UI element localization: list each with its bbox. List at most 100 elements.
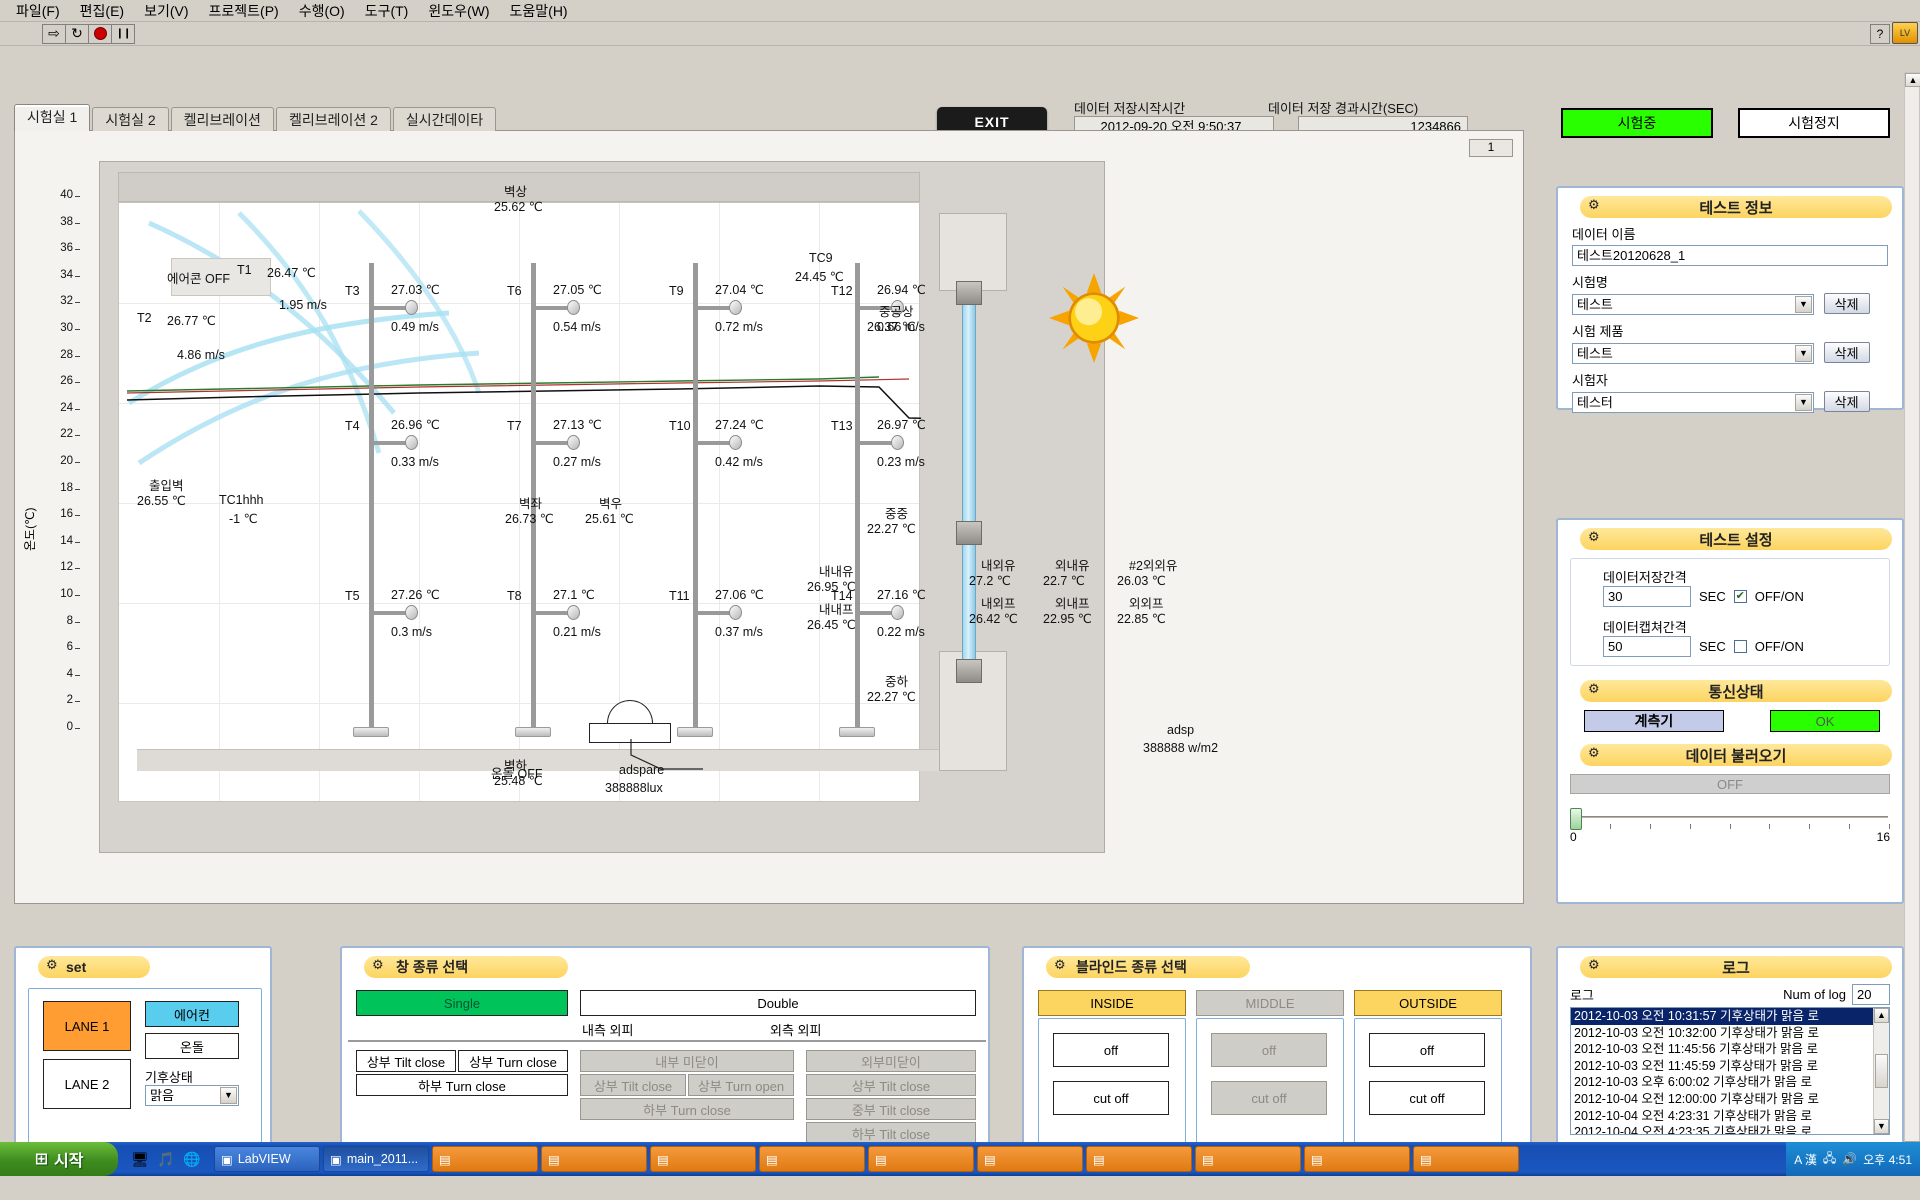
chevron-down-icon[interactable]: ▼ xyxy=(1795,394,1812,411)
run-continuously-icon[interactable] xyxy=(65,23,89,44)
chevron-down-icon[interactable]: ▼ xyxy=(220,1087,237,1104)
tester-combo[interactable]: 테스터 ▼ xyxy=(1572,392,1814,413)
abort-execution-icon[interactable] xyxy=(88,23,112,44)
inner-btn-3[interactable]: 하부 Turn close xyxy=(580,1098,794,1120)
blind-outside-off[interactable]: off xyxy=(1369,1033,1485,1067)
blind-middle-tab[interactable]: MIDDLE xyxy=(1196,990,1344,1016)
ime-indicator[interactable]: A 漢 xyxy=(1794,1151,1817,1168)
chevron-down-icon[interactable]: ▼ xyxy=(1795,296,1812,313)
test-name-delete-button[interactable]: 삭제 xyxy=(1823,293,1870,314)
log-entry[interactable]: 2012-10-03 오전 10:32:00 기후상태가 맑음 로 xyxy=(1571,1025,1889,1042)
status-running-button[interactable]: 시험중 xyxy=(1561,108,1713,138)
tab-calibration[interactable]: 켈리브레이션 xyxy=(170,107,274,131)
blind-inside-tab[interactable]: INSIDE xyxy=(1038,990,1186,1016)
data-load-state-button[interactable]: OFF xyxy=(1570,774,1890,794)
tray-icon-volume[interactable]: 🔊 xyxy=(1842,1152,1857,1166)
single-button[interactable]: Single xyxy=(356,990,568,1016)
taskbar-item-12[interactable]: ▤ xyxy=(1413,1146,1519,1172)
scroll-up-icon[interactable]: ▲ xyxy=(1905,73,1920,87)
test-name-combo[interactable]: 테스트 ▼ xyxy=(1572,294,1814,315)
clock-label[interactable]: 오후 4:51 xyxy=(1863,1151,1912,1168)
lane1-button[interactable]: LANE 1 xyxy=(43,1001,131,1051)
data-load-slider[interactable]: 0 16 xyxy=(1570,808,1890,844)
tab-lab1[interactable]: 시험실 1 xyxy=(14,104,91,131)
pause-icon[interactable] xyxy=(111,23,135,44)
ondol-button[interactable]: 온돌 xyxy=(145,1033,239,1059)
taskbar-item-labview[interactable]: ▣ LabVIEW xyxy=(214,1146,320,1172)
panel-index-box[interactable]: 1 xyxy=(1469,139,1513,157)
quicklaunch-media-icon[interactable]: 🎵 xyxy=(154,1147,178,1171)
outer-btn-2[interactable]: 중부 Tilt close xyxy=(806,1098,976,1120)
help-icon[interactable]: ? xyxy=(1870,23,1890,44)
scroll-down-icon[interactable]: ▼ xyxy=(1874,1119,1889,1134)
chevron-down-icon[interactable]: ▼ xyxy=(1795,345,1812,362)
double-button[interactable]: Double xyxy=(580,990,976,1016)
blind-inside-cutoff[interactable]: cut off xyxy=(1053,1081,1169,1115)
tester-delete-button[interactable]: 삭제 xyxy=(1823,391,1870,412)
tab-calibration-2[interactable]: 켈리브레이션 2 xyxy=(275,107,391,131)
taskbar-item-7[interactable]: ▤ xyxy=(868,1146,974,1172)
inner-btn-1[interactable]: 상부 Tilt close xyxy=(580,1074,686,1096)
menu-item-tools[interactable]: 도구(T) xyxy=(355,0,419,23)
outer-btn-1[interactable]: 상부 Tilt close xyxy=(806,1074,976,1096)
lane2-button[interactable]: LANE 2 xyxy=(43,1059,131,1109)
log-entry[interactable]: 2012-10-04 오전 4:23:35 기후상태가 맑음 로 xyxy=(1571,1124,1889,1134)
blind-middle-cutoff[interactable]: cut off xyxy=(1211,1081,1327,1115)
menu-item-window[interactable]: 윈도우(W) xyxy=(418,0,499,23)
outer-btn-0[interactable]: 외부미닫이 xyxy=(806,1050,976,1072)
taskbar-item-6[interactable]: ▤ xyxy=(759,1146,865,1172)
single-btn-2[interactable]: 하부 Turn close xyxy=(356,1074,568,1096)
capture-interval-checkbox[interactable] xyxy=(1733,640,1747,653)
log-list[interactable]: 2012-10-03 오전 10:31:57 기후상태가 맑음 로 2012-10… xyxy=(1570,1007,1890,1135)
inner-btn-2[interactable]: 상부 Turn open xyxy=(688,1074,794,1096)
capture-interval-input[interactable]: 50 xyxy=(1603,636,1691,657)
save-interval-checkbox[interactable]: ✔ xyxy=(1733,590,1747,603)
quicklaunch-ie-icon[interactable]: 🌐 xyxy=(180,1147,204,1171)
aircon-button[interactable]: 에어컨 xyxy=(145,1001,239,1027)
save-interval-input[interactable]: 30 xyxy=(1603,586,1691,607)
taskbar-item-10[interactable]: ▤ xyxy=(1195,1146,1301,1172)
log-entry[interactable]: 2012-10-03 오전 11:45:59 기후상태가 맑음 로 xyxy=(1571,1058,1889,1075)
log-entry[interactable]: 2012-10-03 오전 11:45:56 기후상태가 맑음 로 xyxy=(1571,1041,1889,1058)
outer-btn-3[interactable]: 하부 Tilt close xyxy=(806,1122,976,1144)
single-btn-1[interactable]: 상부 Turn close xyxy=(458,1050,568,1072)
log-scrollbar[interactable]: ▲ ▼ xyxy=(1873,1008,1889,1134)
menu-item-operate[interactable]: 수행(O) xyxy=(289,0,355,23)
taskbar-item-5[interactable]: ▤ xyxy=(650,1146,756,1172)
status-stopped-button[interactable]: 시험정지 xyxy=(1738,108,1890,138)
menu-item-project[interactable]: 프로젝트(P) xyxy=(199,0,289,23)
single-btn-0[interactable]: 상부 Tilt close xyxy=(356,1050,456,1072)
product-delete-button[interactable]: 삭제 xyxy=(1823,342,1870,363)
tray-icon-network[interactable]: 🖧 xyxy=(1823,1149,1836,1170)
tab-lab2[interactable]: 시험실 2 xyxy=(92,107,169,131)
taskbar-item-main[interactable]: ▣ main_2011... xyxy=(323,1146,429,1172)
vertical-scrollbar[interactable]: ▲ ▼ xyxy=(1904,72,1920,1156)
run-arrow-icon[interactable] xyxy=(42,23,66,44)
taskbar-item-8[interactable]: ▤ xyxy=(977,1146,1083,1172)
comm-device-button[interactable]: 계측기 xyxy=(1584,710,1724,732)
blind-middle-off[interactable]: off xyxy=(1211,1033,1327,1067)
slider-track[interactable] xyxy=(1572,816,1888,818)
blind-inside-off[interactable]: off xyxy=(1053,1033,1169,1067)
log-entry[interactable]: 2012-10-03 오전 10:31:57 기후상태가 맑음 로 xyxy=(1571,1008,1889,1025)
inner-btn-0[interactable]: 내부 미닫이 xyxy=(580,1050,794,1072)
blind-outside-tab[interactable]: OUTSIDE xyxy=(1354,990,1502,1016)
scroll-thumb[interactable] xyxy=(1875,1054,1888,1088)
taskbar-item-4[interactable]: ▤ xyxy=(541,1146,647,1172)
product-combo[interactable]: 테스트 ▼ xyxy=(1572,343,1814,364)
menu-item-view[interactable]: 보기(V) xyxy=(134,0,198,23)
scroll-up-icon[interactable]: ▲ xyxy=(1874,1008,1889,1023)
taskbar-item-3[interactable]: ▤ xyxy=(432,1146,538,1172)
blind-outside-cutoff[interactable]: cut off xyxy=(1369,1081,1485,1115)
taskbar-item-11[interactable]: ▤ xyxy=(1304,1146,1410,1172)
log-entry[interactable]: 2012-10-04 오전 12:00:00 기후상태가 맑음 로 xyxy=(1571,1091,1889,1108)
log-entry[interactable]: 2012-10-04 오전 4:23:31 기후상태가 맑음 로 xyxy=(1571,1108,1889,1125)
menu-item-file[interactable]: 파일(F) xyxy=(6,0,70,23)
weather-combo[interactable]: 맑음 ▼ xyxy=(145,1085,239,1106)
log-entry[interactable]: 2012-10-03 오후 6:00:02 기후상태가 맑음 로 xyxy=(1571,1074,1889,1091)
num-of-log-input[interactable]: 20 xyxy=(1852,984,1890,1005)
data-name-input[interactable]: 테스트20120628_1 xyxy=(1572,245,1888,266)
tab-realtime-data[interactable]: 실시간데이타 xyxy=(392,107,497,131)
quicklaunch-desktop-icon[interactable]: 🖥 xyxy=(128,1147,152,1171)
menu-item-edit[interactable]: 편집(E) xyxy=(70,0,134,23)
